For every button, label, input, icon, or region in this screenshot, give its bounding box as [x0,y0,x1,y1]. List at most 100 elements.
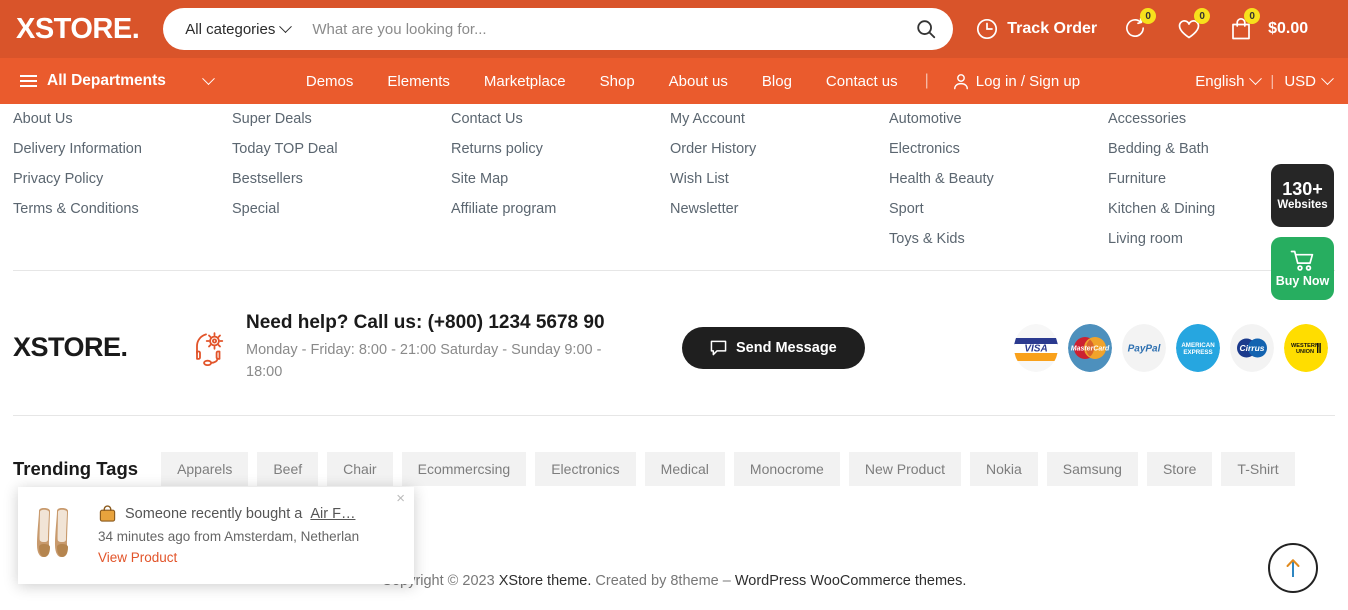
footer-link[interactable]: Today TOP Deal [232,134,451,164]
chevron-down-icon [1249,71,1263,85]
login-signup-button[interactable]: Log in / Sign up [953,73,1080,90]
nav-item-blog[interactable]: Blog [745,73,809,90]
nav-item-elements[interactable]: Elements [370,73,467,90]
trending-tags-row: Trending Tags Apparels Beef Chair Ecomme… [13,452,1335,486]
category-dropdown[interactable]: All categories [185,19,293,38]
footer-link[interactable]: Accessories [1108,104,1327,134]
footer-link[interactable]: Site Map [451,164,670,194]
nav-item-demos[interactable]: Demos [289,73,371,90]
footer-link[interactable]: Order History [670,134,889,164]
popup-close-icon[interactable]: × [396,491,405,506]
american-express-icon: AMERICAN EXPRESS [1176,323,1220,372]
footer-link[interactable]: Electronics [889,134,1108,164]
tag-item[interactable]: Apparels [161,452,249,486]
footer-link[interactable]: Bedding & Bath [1108,134,1327,164]
tag-item[interactable]: Samsung [1046,452,1138,486]
svg-text:UNION: UNION [1296,349,1314,355]
footer-link[interactable]: Bestsellers [232,164,451,194]
search-button[interactable] [903,8,949,50]
buy-now-button[interactable]: Buy Now [1271,237,1334,300]
nav-item-contact-us[interactable]: Contact us [809,73,915,90]
language-switcher[interactable]: English [1195,71,1263,90]
footer-link[interactable]: Wish List [670,164,889,194]
footer-link[interactable]: About Us [13,104,232,134]
footer-link[interactable]: Automotive [889,104,1108,134]
search-input[interactable] [312,20,904,38]
site-logo[interactable]: XSTORE. [16,13,140,46]
footer-column-deals: Super Deals Today TOP Deal Bestsellers S… [232,104,451,262]
compare-button[interactable]: 0 [1109,8,1162,41]
tag-item[interactable]: Monocrome [733,452,840,486]
websites-count-badge[interactable]: 130+ Websites [1271,164,1334,227]
send-message-button[interactable]: Send Message [682,326,865,369]
footer-link[interactable]: Affiliate program [451,194,670,224]
popup-product-name[interactable]: Air F… [310,506,355,522]
divider-bottom [13,415,1335,416]
footer-link[interactable]: Terms & Conditions [13,194,232,224]
nav-item-about-us[interactable]: About us [652,73,745,90]
copyright-middle: Created by 8theme – [591,573,735,589]
all-departments-button[interactable]: All Departments [20,71,215,90]
nav-item-shop[interactable]: Shop [583,73,652,90]
footer-link[interactable]: Special [232,194,451,224]
popup-product-image[interactable] [18,487,98,584]
tag-item[interactable]: Chair [327,452,393,486]
footer-link[interactable]: Toys & Kids [889,224,1108,254]
all-departments-label: All Departments [47,72,166,89]
tag-item[interactable]: Medical [644,452,725,486]
wishlist-button[interactable]: 0 [1162,8,1216,41]
footer-link[interactable]: Delivery Information [13,134,232,164]
footer-link[interactable]: Returns policy [451,134,670,164]
nav-item-marketplace[interactable]: Marketplace [467,73,583,90]
popup-view-product-link[interactable]: View Product [98,550,177,565]
tag-item[interactable]: Electronics [535,452,636,486]
footer-link[interactable]: Health & Beauty [889,164,1108,194]
popup-message-prefix: Someone recently bought a [125,505,303,522]
footer-link[interactable]: Contact Us [451,104,670,134]
paypal-icon: PayPal [1122,323,1166,372]
payment-icon-visa: VISA [1014,323,1058,372]
tag-item[interactable]: Beef [257,452,319,486]
language-label: English [1195,72,1245,90]
tag-item[interactable]: New Product [848,452,961,486]
payment-methods: VISA MasterCard PayPal AMERICAN EXPRESS [1014,323,1328,372]
handbag-icon [99,505,116,522]
tag-item[interactable]: Store [1146,452,1213,486]
payment-icon-american-express: AMERICAN EXPRESS [1176,323,1220,372]
footer-link[interactable]: Sport [889,194,1108,224]
popup-message: Someone recently bought a Air F… [98,504,404,523]
svg-text:EXPRESS: EXPRESS [1183,349,1212,356]
payment-icon-cirrus: Cirrus [1230,323,1274,372]
cart-count-badge: 0 [1244,8,1261,24]
footer-column-categories-1: Automotive Electronics Health & Beauty S… [889,104,1108,262]
buy-now-label: Buy Now [1275,273,1330,288]
cart-button[interactable]: 0 [1216,8,1266,41]
search-bar: All categories [163,8,954,50]
payment-icon-paypal: PayPal [1122,323,1166,372]
tag-item[interactable]: Nokia [970,452,1038,486]
currency-label: USD [1284,72,1316,90]
cart-total[interactable]: $0.00 [1268,20,1322,38]
side-sticky-badges: 130+ Websites Buy Now [1271,164,1334,300]
footer-link[interactable]: Privacy Policy [13,164,232,194]
currency-switcher[interactable]: USD [1284,71,1334,90]
tag-item[interactable]: T-Shirt [1221,452,1295,486]
cirrus-icon: Cirrus [1230,323,1274,372]
western-union-icon: WESTERN UNION [1284,323,1328,372]
footer-link[interactable]: Super Deals [232,104,451,134]
footer-column-account: My Account Order History Wish List Newsl… [670,104,889,262]
track-order-label: Track Order [1007,20,1098,37]
mastercard-icon: MasterCard [1068,323,1112,372]
top-bar-actions: Track Order 0 0 0 $0.00 [963,8,1322,41]
wishlist-count-badge: 0 [1194,8,1211,24]
footer-logo[interactable]: XSTORE. [13,332,168,363]
main-nav-bar: All Departments Demos Elements Marketpla… [0,58,1348,104]
svg-text:MasterCard: MasterCard [1071,345,1110,352]
visa-icon: VISA [1014,323,1058,372]
footer-link[interactable]: Newsletter [670,194,889,224]
scroll-to-top-button[interactable] [1268,543,1318,593]
locale-switchers: English | USD [1195,71,1334,90]
track-order-button[interactable]: Track Order [963,17,1109,41]
tag-item[interactable]: Ecommercsing [401,452,527,486]
footer-link[interactable]: My Account [670,104,889,134]
